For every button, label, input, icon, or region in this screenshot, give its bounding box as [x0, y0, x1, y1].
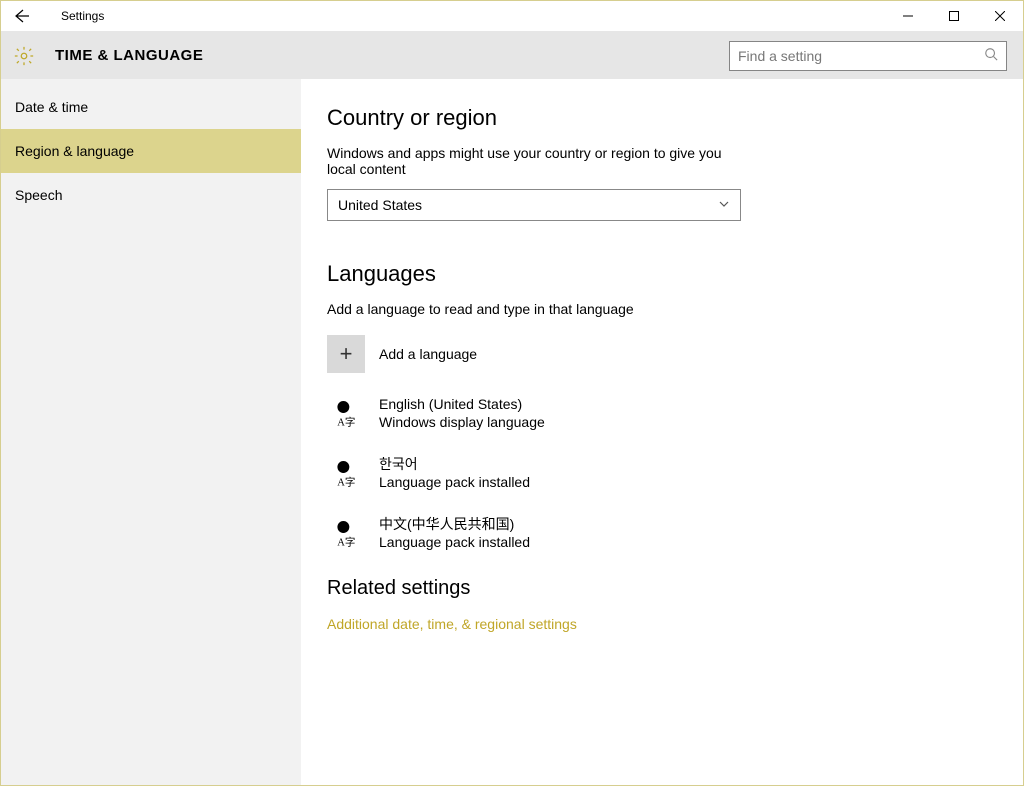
sidebar-item-region-language[interactable]: Region & language	[1, 129, 301, 173]
language-item[interactable]: A字 中文(中华人民共和国) Language pack installed	[327, 515, 987, 553]
sidebar-item-speech[interactable]: Speech	[1, 173, 301, 217]
back-button[interactable]	[1, 1, 41, 31]
svg-text:A字: A字	[337, 535, 355, 548]
country-dropdown[interactable]: United States	[327, 189, 741, 221]
languages-section-title: Languages	[327, 261, 987, 287]
language-item[interactable]: A字 한국어 Language pack installed	[327, 455, 987, 493]
country-selected: United States	[338, 197, 422, 213]
close-button[interactable]	[977, 1, 1023, 31]
plus-icon: +	[327, 335, 365, 373]
window-controls	[885, 1, 1023, 31]
language-icon: A字	[327, 515, 365, 553]
language-sub: Language pack installed	[379, 473, 530, 491]
country-section-desc: Windows and apps might use your country …	[327, 145, 747, 177]
chevron-down-icon	[718, 198, 730, 213]
country-section-title: Country or region	[327, 105, 987, 131]
language-name: 한국어	[379, 455, 530, 473]
sidebar-item-date-time[interactable]: Date & time	[1, 85, 301, 129]
language-sub: Language pack installed	[379, 533, 530, 551]
gear-icon	[13, 45, 35, 67]
window-title: Settings	[61, 9, 104, 23]
search-icon	[984, 47, 998, 64]
add-language-label: Add a language	[379, 346, 477, 362]
language-icon: A字	[327, 455, 365, 493]
header: TIME & LANGUAGE	[1, 31, 1023, 79]
language-name: 中文(中华人民共和国)	[379, 515, 530, 533]
sidebar-item-label: Speech	[15, 187, 62, 203]
related-section-title: Related settings	[327, 577, 987, 600]
sidebar-item-label: Region & language	[15, 143, 134, 159]
search-input[interactable]	[738, 48, 984, 64]
minimize-button[interactable]	[885, 1, 931, 31]
titlebar: Settings	[1, 1, 1023, 31]
page-section-title: TIME & LANGUAGE	[55, 47, 203, 64]
language-item[interactable]: A字 English (United States) Windows displ…	[327, 395, 987, 433]
arrow-left-icon	[13, 8, 29, 24]
maximize-button[interactable]	[931, 1, 977, 31]
sidebar-item-label: Date & time	[15, 99, 88, 115]
language-icon: A字	[327, 395, 365, 433]
search-box[interactable]	[729, 41, 1007, 71]
add-language-button[interactable]: + Add a language	[327, 335, 987, 373]
language-name: English (United States)	[379, 395, 545, 413]
related-link[interactable]: Additional date, time, & regional settin…	[327, 616, 987, 632]
svg-text:A字: A字	[337, 475, 355, 488]
svg-text:A字: A字	[337, 415, 355, 428]
language-sub: Windows display language	[379, 413, 545, 431]
languages-section-desc: Add a language to read and type in that …	[327, 301, 747, 317]
sidebar: Date & time Region & language Speech	[1, 79, 301, 785]
content-area: Country or region Windows and apps might…	[301, 79, 1023, 785]
